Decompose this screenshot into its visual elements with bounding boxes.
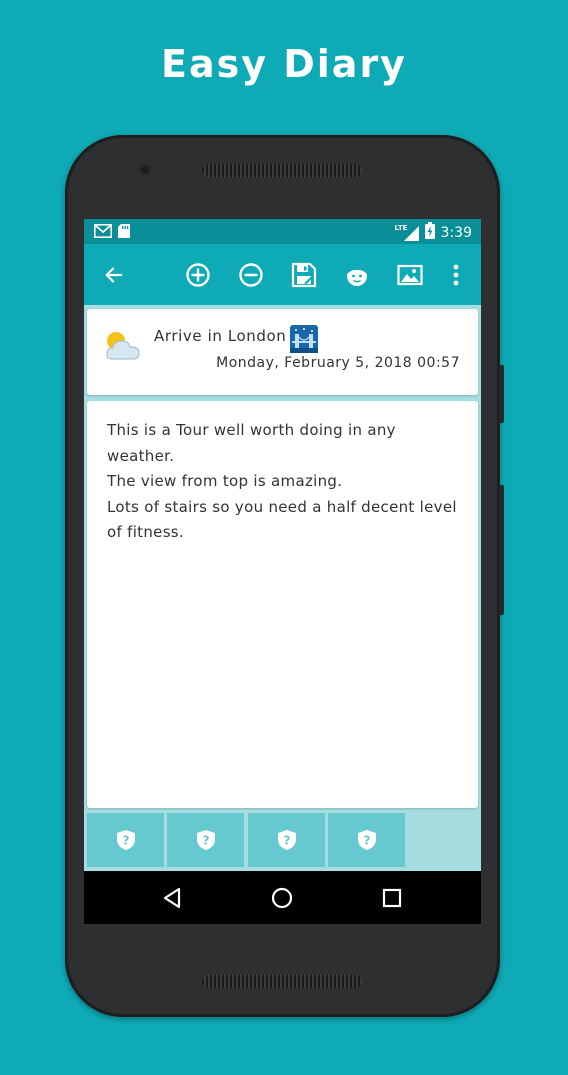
promo-title: Easy Diary — [161, 42, 407, 86]
shield-question-icon: ? — [116, 830, 135, 850]
body-line: of fitness. — [107, 523, 184, 541]
diary-content: Arrive in London Monday, February 5, 201… — [84, 305, 481, 871]
photo-slot[interactable]: ? — [167, 813, 244, 867]
zoom-out-button[interactable] — [236, 260, 266, 290]
power-button — [499, 365, 504, 423]
bridge-icon — [290, 325, 318, 357]
network-type: LTE — [394, 223, 408, 232]
battery-charging-icon — [424, 222, 435, 243]
toolbar — [84, 244, 481, 305]
diary-header-card: Arrive in London Monday, February 5, 201… — [87, 309, 478, 395]
body-line: Lots of stairs so you need a half decent… — [107, 497, 457, 516]
nav-recents-icon — [382, 888, 402, 908]
shield-question-icon: ? — [357, 830, 376, 850]
sd-card-icon — [118, 223, 130, 242]
volume-button — [499, 485, 504, 615]
gmail-icon — [94, 223, 112, 242]
body-line: This is a Tour well worth doing in any — [107, 421, 396, 439]
photo-slot[interactable]: ? — [248, 813, 325, 867]
save-icon — [291, 262, 317, 288]
photo-slot[interactable]: ? — [87, 813, 164, 867]
navigation-bar — [84, 871, 481, 924]
back-button[interactable] — [99, 260, 129, 290]
clock: 3:39 — [440, 224, 472, 241]
nav-home-icon — [271, 887, 293, 909]
diary-date[interactable]: Monday, February 5, 2018 00:57 — [216, 355, 460, 371]
svg-text:?: ? — [363, 834, 370, 848]
front-camera — [138, 163, 152, 177]
top-speaker — [202, 164, 362, 177]
lte-signal-icon: LTE — [394, 223, 419, 241]
save-button[interactable] — [289, 260, 319, 290]
more-vert-icon — [453, 264, 459, 286]
bottom-speaker — [202, 975, 362, 988]
body-line: weather. — [107, 446, 175, 465]
body-line: The view from top is amazing. — [107, 472, 343, 490]
shield-question-icon: ? — [196, 830, 215, 850]
diary-body[interactable]: This is a Tour well worth doing in any w… — [107, 418, 467, 546]
more-options-button[interactable] — [441, 260, 471, 290]
phone-screen: LTE 3:39 Arrive in London Monday, Februa… — [84, 219, 481, 924]
zoom-out-icon — [239, 263, 263, 287]
svg-text:?: ? — [283, 834, 290, 848]
zoom-in-button[interactable] — [183, 260, 213, 290]
back-arrow-icon — [105, 267, 123, 283]
shield-question-icon: ? — [277, 830, 296, 850]
zoom-in-icon — [186, 263, 210, 287]
svg-text:?: ? — [122, 834, 129, 848]
nav-back-button[interactable] — [158, 884, 186, 912]
face-icon — [347, 264, 367, 286]
photo-strip: ? ? ? ? — [84, 811, 481, 871]
nav-home-button[interactable] — [268, 884, 296, 912]
photo-button[interactable] — [395, 260, 425, 290]
emoji-button[interactable] — [342, 260, 372, 290]
nav-back-icon — [163, 887, 181, 909]
diary-title[interactable]: Arrive in London — [154, 327, 286, 345]
partly-cloudy-icon — [104, 329, 142, 365]
diary-body-card[interactable]: This is a Tour well worth doing in any w… — [87, 401, 478, 808]
photo-slot[interactable]: ? — [328, 813, 405, 867]
photo-icon — [397, 264, 423, 286]
nav-recents-button[interactable] — [378, 884, 406, 912]
svg-text:?: ? — [202, 834, 209, 848]
status-bar: LTE 3:39 — [84, 219, 481, 244]
